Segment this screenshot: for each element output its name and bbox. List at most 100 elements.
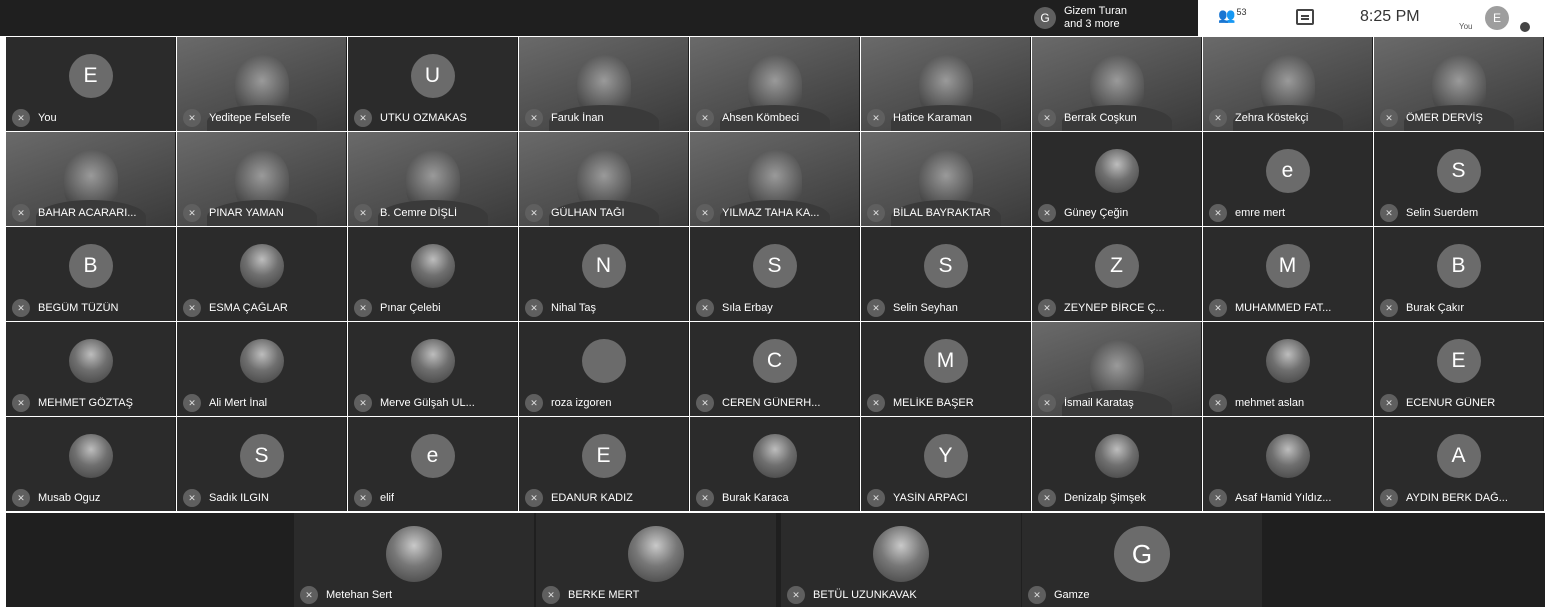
- participant-name: ESMA ÇAĞLAR: [209, 302, 288, 314]
- participant-tile[interactable]: ✕ BAHAR ACARARI...: [6, 132, 176, 226]
- participant-avatar: [68, 434, 113, 479]
- participant-tile[interactable]: ✕ Pınar Çelebi: [348, 227, 518, 321]
- participant-tile[interactable]: ✕ Yeditepe Felsefe: [177, 37, 347, 131]
- participant-tile[interactable]: ✕ Hatice Karaman: [861, 37, 1031, 131]
- mic-off-icon: ✕: [183, 204, 201, 222]
- participant-avatar: [68, 339, 113, 384]
- participant-tile[interactable]: ✕ Berrak Coşkun: [1032, 37, 1202, 131]
- mic-off-icon: ✕: [867, 489, 885, 507]
- participant-tile[interactable]: C ✕ CEREN GÜNERH...: [690, 322, 860, 416]
- participant-label: ✕ Zehra Köstekçi: [1209, 109, 1368, 127]
- mic-off-icon: ✕: [525, 299, 543, 317]
- participant-name: ECENUR GÜNER: [1406, 397, 1496, 409]
- self-avatar[interactable]: E: [1485, 6, 1509, 30]
- mic-off-icon: ✕: [696, 489, 714, 507]
- participant-tile[interactable]: E ✕ EDANUR KADIZ: [519, 417, 689, 511]
- participant-name: Nihal Taş: [551, 302, 597, 314]
- chat-icon[interactable]: [1296, 9, 1314, 25]
- participant-tile[interactable]: Y ✕ YASİN ARPACI: [861, 417, 1031, 511]
- participant-name: Asaf Hamid Yıldız...: [1235, 492, 1332, 504]
- participant-avatar: [1265, 434, 1310, 479]
- presenter-chip[interactable]: G Gizem Turan and 3 more: [1034, 4, 1127, 32]
- participant-name: GÜLHAN TAĞI: [551, 207, 625, 219]
- participant-tile[interactable]: ✕ Ali Mert İnal: [177, 322, 347, 416]
- participant-tile[interactable]: ✕ Denizalp Şimşek: [1032, 417, 1202, 511]
- participant-tile[interactable]: ✕ BERKE MERT: [536, 513, 776, 607]
- participant-tile[interactable]: A ✕ AYDIN BERK DAĞ...: [1374, 417, 1544, 511]
- participant-tile[interactable]: N ✕ Nihal Taş: [519, 227, 689, 321]
- mic-off-icon: ✕: [1380, 394, 1398, 412]
- participant-tile[interactable]: ✕ Musab Oguz: [6, 417, 176, 511]
- participant-tile[interactable]: ✕ GÜLHAN TAĞI: [519, 132, 689, 226]
- participant-label: ✕ Denizalp Şimşek: [1038, 489, 1197, 507]
- participant-tile[interactable]: ✕ Burak Karaca: [690, 417, 860, 511]
- participant-tile[interactable]: ✕ Faruk İnan: [519, 37, 689, 131]
- participant-label: ✕ B. Cemre DİŞLİ: [354, 204, 513, 222]
- participant-tile[interactable]: B ✕ Burak Çakır: [1374, 227, 1544, 321]
- participant-tile[interactable]: ✕ B. Cemre DİŞLİ: [348, 132, 518, 226]
- people-button[interactable]: 👥 53: [1218, 7, 1258, 29]
- participant-tile[interactable]: ✕ Zehra Köstekçi: [1203, 37, 1373, 131]
- participant-tile[interactable]: ✕ YILMAZ TAHA KA...: [690, 132, 860, 226]
- participant-tile[interactable]: ✕ Ahsen Kömbeci: [690, 37, 860, 131]
- participant-name: CEREN GÜNERH...: [722, 397, 821, 409]
- participant-tile[interactable]: S ✕ Sıla Erbay: [690, 227, 860, 321]
- participant-avatar: [1094, 149, 1139, 194]
- participant-tile[interactable]: G ✕ Gamze: [1022, 513, 1262, 607]
- participant-label: ✕ Merve Gülşah UL...: [354, 394, 513, 412]
- participant-tile[interactable]: U ✕ UTKU OZMAKAS: [348, 37, 518, 131]
- mic-off-icon: ✕: [183, 109, 201, 127]
- participant-tile[interactable]: ✕ PINAR YAMAN: [177, 132, 347, 226]
- participant-name: roza izgoren: [551, 397, 612, 409]
- participant-name: ZEYNEP BİRCE Ç...: [1064, 302, 1165, 314]
- participant-name: BİLAL BAYRAKTAR: [893, 207, 991, 219]
- participant-label: ✕ Selin Seyhan: [867, 299, 1026, 317]
- participant-tile[interactable]: S ✕ Selin Suerdem: [1374, 132, 1544, 226]
- participant-tile[interactable]: ✕ BETÜL UZUNKAVAK: [781, 513, 1021, 607]
- participant-tile[interactable]: B ✕ BEGÜM TÜZÜN: [6, 227, 176, 321]
- participant-tile[interactable]: ✕ BİLAL BAYRAKTAR: [861, 132, 1031, 226]
- participant-name: Burak Karaca: [722, 492, 789, 504]
- participant-tile[interactable]: ✕ Güney Çeğin: [1032, 132, 1202, 226]
- participant-tile[interactable]: M ✕ MUHAMMED FAT...: [1203, 227, 1373, 321]
- participant-tile[interactable]: Z ✕ ZEYNEP BİRCE Ç...: [1032, 227, 1202, 321]
- participant-name: Ali Mert İnal: [209, 397, 268, 409]
- participant-tile[interactable]: e ✕ elif: [348, 417, 518, 511]
- participant-label: ✕ Burak Çakır: [1380, 299, 1539, 317]
- mic-off-icon: ✕: [183, 394, 201, 412]
- participant-name: UTKU OZMAKAS: [380, 112, 467, 124]
- participant-tile[interactable]: ✕ ÖMER DERVİŞ: [1374, 37, 1544, 131]
- participant-label: ✕ ZEYNEP BİRCE Ç...: [1038, 299, 1197, 317]
- participant-tile[interactable]: E ✕ You: [6, 37, 176, 131]
- mic-off-icon: ✕: [354, 109, 372, 127]
- participant-tile[interactable]: S ✕ Selin Seyhan: [861, 227, 1031, 321]
- participant-tile[interactable]: ✕ Asaf Hamid Yıldız...: [1203, 417, 1373, 511]
- mic-off-icon: ✕: [12, 299, 30, 317]
- participant-label: ✕ BEGÜM TÜZÜN: [12, 299, 171, 317]
- participant-name: Ahsen Kömbeci: [722, 112, 800, 124]
- participant-tile[interactable]: ✕ MEHMET GÖZTAŞ: [6, 322, 176, 416]
- mic-off-icon: ✕: [1380, 204, 1398, 222]
- mic-off-icon: ✕: [183, 489, 201, 507]
- participant-name: Pınar Çelebi: [380, 302, 441, 314]
- participant-name: Merve Gülşah UL...: [380, 397, 475, 409]
- mic-off-icon: ✕: [1038, 299, 1056, 317]
- participant-tile[interactable]: e ✕ emre mert: [1203, 132, 1373, 226]
- participant-tile[interactable]: ✕ Merve Gülşah UL...: [348, 322, 518, 416]
- mic-off-icon: ✕: [867, 109, 885, 127]
- participant-tile[interactable]: ✕ roza izgoren: [519, 322, 689, 416]
- participant-label: ✕ BETÜL UZUNKAVAK: [787, 586, 917, 604]
- participant-tile[interactable]: ✕ Metehan Sert: [294, 513, 534, 607]
- participant-tile[interactable]: ✕ mehmet aslan: [1203, 322, 1373, 416]
- participant-tile[interactable]: ✕ İsmail Karataş: [1032, 322, 1202, 416]
- mic-off-icon: ✕: [354, 204, 372, 222]
- participant-label: ✕ AYDIN BERK DAĞ...: [1380, 489, 1539, 507]
- participant-tile[interactable]: ✕ ESMA ÇAĞLAR: [177, 227, 347, 321]
- participant-tile[interactable]: E ✕ ECENUR GÜNER: [1374, 322, 1544, 416]
- participant-label: ✕ PINAR YAMAN: [183, 204, 342, 222]
- participant-avatar: e: [1265, 149, 1310, 194]
- participant-tile[interactable]: M ✕ MELİKE BAŞER: [861, 322, 1031, 416]
- participant-tile[interactable]: S ✕ Sadık ILGIN: [177, 417, 347, 511]
- mic-off-icon: ✕: [1380, 109, 1398, 127]
- mic-off-icon: ✕: [867, 204, 885, 222]
